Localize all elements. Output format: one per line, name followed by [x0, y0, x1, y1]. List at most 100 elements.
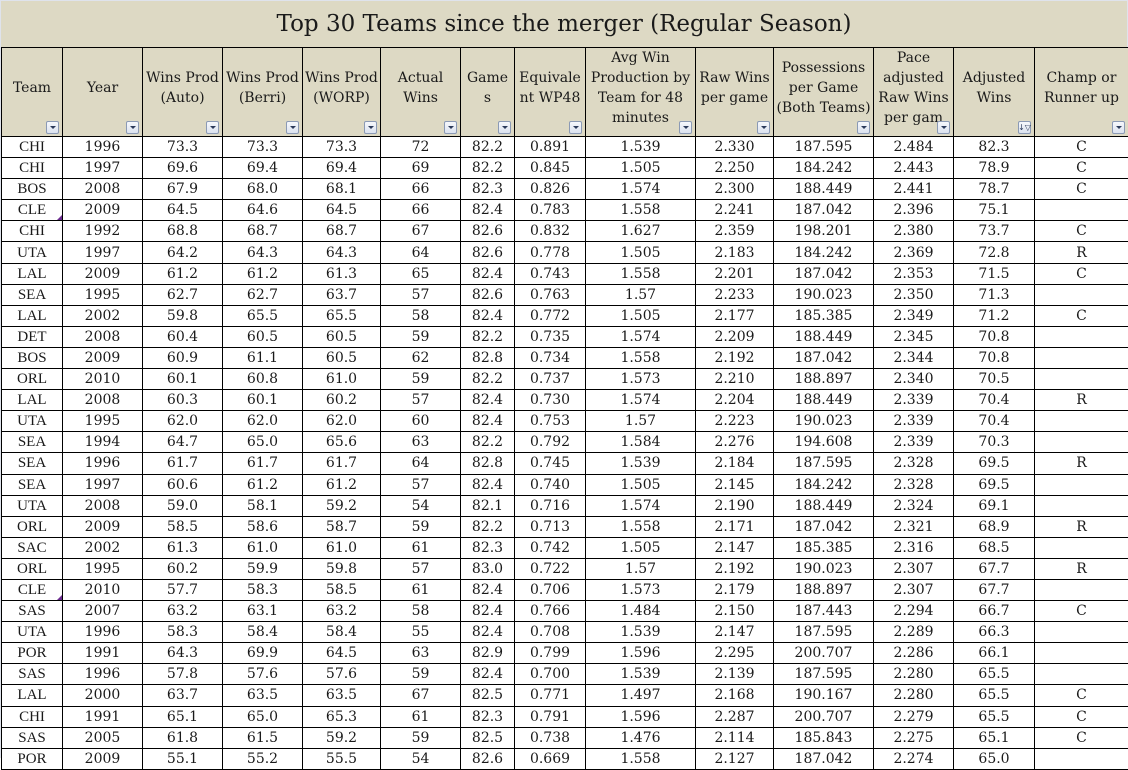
- cell-champ[interactable]: [1035, 347, 1128, 368]
- cell-wp_worp[interactable]: 59.2: [303, 495, 381, 516]
- cell-equiv_wp48[interactable]: 0.753: [515, 411, 586, 432]
- cell-year[interactable]: 2009: [63, 516, 143, 537]
- cell-year[interactable]: 1995: [63, 558, 143, 579]
- cell-wp_worp[interactable]: 61.2: [303, 474, 381, 495]
- cell-champ[interactable]: [1035, 474, 1128, 495]
- cell-year[interactable]: 1996: [63, 137, 143, 158]
- cell-team[interactable]: BOS: [2, 179, 63, 200]
- cell-wp_auto[interactable]: 60.2: [143, 558, 223, 579]
- cell-possessions[interactable]: 184.242: [774, 242, 874, 263]
- cell-pace_adj[interactable]: 2.289: [874, 622, 954, 643]
- cell-adj_wins[interactable]: 66.7: [954, 601, 1035, 622]
- cell-possessions[interactable]: 187.042: [774, 200, 874, 221]
- cell-champ[interactable]: C: [1035, 305, 1128, 326]
- cell-wp_worp[interactable]: 65.3: [303, 706, 381, 727]
- cell-wp_worp[interactable]: 63.7: [303, 284, 381, 305]
- cell-actual_wins[interactable]: 59: [381, 369, 461, 390]
- cell-games[interactable]: 82.6: [461, 748, 515, 769]
- cell-avg_win_prod[interactable]: 1.57: [586, 411, 696, 432]
- cell-wp_auto[interactable]: 68.8: [143, 221, 223, 242]
- cell-pace_adj[interactable]: 2.307: [874, 579, 954, 600]
- cell-raw_wins[interactable]: 2.190: [696, 495, 774, 516]
- cell-wp_worp[interactable]: 58.4: [303, 622, 381, 643]
- cell-team[interactable]: DET: [2, 326, 63, 347]
- cell-wp_auto[interactable]: 60.4: [143, 326, 223, 347]
- cell-team[interactable]: SEA: [2, 474, 63, 495]
- cell-avg_win_prod[interactable]: 1.484: [586, 601, 696, 622]
- cell-wp_berri[interactable]: 65.0: [223, 706, 303, 727]
- cell-year[interactable]: 1997: [63, 474, 143, 495]
- cell-raw_wins[interactable]: 2.287: [696, 706, 774, 727]
- cell-adj_wins[interactable]: 78.7: [954, 179, 1035, 200]
- cell-games[interactable]: 82.4: [461, 579, 515, 600]
- cell-adj_wins[interactable]: 71.5: [954, 263, 1035, 284]
- cell-raw_wins[interactable]: 2.330: [696, 137, 774, 158]
- cell-games[interactable]: 82.4: [461, 664, 515, 685]
- cell-team[interactable]: LAL: [2, 263, 63, 284]
- cell-games[interactable]: 82.4: [461, 601, 515, 622]
- cell-adj_wins[interactable]: 68.5: [954, 537, 1035, 558]
- cell-possessions[interactable]: 198.201: [774, 221, 874, 242]
- cell-wp_berri[interactable]: 61.0: [223, 537, 303, 558]
- cell-actual_wins[interactable]: 59: [381, 664, 461, 685]
- cell-wp_auto[interactable]: 69.6: [143, 158, 223, 179]
- cell-possessions[interactable]: 184.242: [774, 474, 874, 495]
- cell-equiv_wp48[interactable]: 0.792: [515, 432, 586, 453]
- cell-equiv_wp48[interactable]: 0.745: [515, 453, 586, 474]
- cell-wp_auto[interactable]: 64.7: [143, 432, 223, 453]
- cell-wp_auto[interactable]: 61.3: [143, 537, 223, 558]
- cell-pace_adj[interactable]: 2.344: [874, 347, 954, 368]
- cell-adj_wins[interactable]: 66.3: [954, 622, 1035, 643]
- cell-team[interactable]: LAL: [2, 390, 63, 411]
- cell-actual_wins[interactable]: 64: [381, 242, 461, 263]
- cell-avg_win_prod[interactable]: 1.558: [586, 263, 696, 284]
- cell-team[interactable]: POR: [2, 643, 63, 664]
- cell-possessions[interactable]: 190.023: [774, 284, 874, 305]
- cell-team[interactable]: CHI: [2, 706, 63, 727]
- cell-adj_wins[interactable]: 70.3: [954, 432, 1035, 453]
- cell-year[interactable]: 2002: [63, 537, 143, 558]
- cell-equiv_wp48[interactable]: 0.706: [515, 579, 586, 600]
- cell-actual_wins[interactable]: 58: [381, 601, 461, 622]
- cell-adj_wins[interactable]: 69.5: [954, 474, 1035, 495]
- cell-champ[interactable]: R: [1035, 242, 1128, 263]
- cell-pace_adj[interactable]: 2.349: [874, 305, 954, 326]
- cell-actual_wins[interactable]: 67: [381, 685, 461, 706]
- cell-games[interactable]: 82.3: [461, 706, 515, 727]
- cell-champ[interactable]: R: [1035, 516, 1128, 537]
- cell-raw_wins[interactable]: 2.168: [696, 685, 774, 706]
- cell-pace_adj[interactable]: 2.294: [874, 601, 954, 622]
- cell-equiv_wp48[interactable]: 0.826: [515, 179, 586, 200]
- cell-team[interactable]: SAC: [2, 537, 63, 558]
- cell-avg_win_prod[interactable]: 1.539: [586, 622, 696, 643]
- cell-adj_wins[interactable]: 70.8: [954, 326, 1035, 347]
- cell-year[interactable]: 1994: [63, 432, 143, 453]
- cell-adj_wins[interactable]: 82.3: [954, 137, 1035, 158]
- cell-champ[interactable]: [1035, 622, 1128, 643]
- cell-actual_wins[interactable]: 59: [381, 727, 461, 748]
- cell-pace_adj[interactable]: 2.280: [874, 685, 954, 706]
- cell-avg_win_prod[interactable]: 1.558: [586, 200, 696, 221]
- cell-pace_adj[interactable]: 2.339: [874, 411, 954, 432]
- cell-actual_wins[interactable]: 61: [381, 537, 461, 558]
- cell-wp_auto[interactable]: 60.6: [143, 474, 223, 495]
- cell-possessions[interactable]: 187.042: [774, 748, 874, 769]
- cell-possessions[interactable]: 188.897: [774, 369, 874, 390]
- cell-avg_win_prod[interactable]: 1.558: [586, 748, 696, 769]
- column-header-avg_win_prod[interactable]: Avg Win Production by Team for 48 minute…: [586, 48, 696, 137]
- cell-adj_wins[interactable]: 70.8: [954, 347, 1035, 368]
- cell-wp_worp[interactable]: 57.6: [303, 664, 381, 685]
- cell-avg_win_prod[interactable]: 1.539: [586, 664, 696, 685]
- cell-wp_berri[interactable]: 69.9: [223, 643, 303, 664]
- cell-raw_wins[interactable]: 2.241: [696, 200, 774, 221]
- filter-dropdown-button[interactable]: [206, 121, 219, 134]
- cell-equiv_wp48[interactable]: 0.783: [515, 200, 586, 221]
- cell-possessions[interactable]: 188.897: [774, 579, 874, 600]
- column-header-actual_wins[interactable]: Actual Wins: [381, 48, 461, 137]
- cell-equiv_wp48[interactable]: 0.700: [515, 664, 586, 685]
- cell-possessions[interactable]: 200.707: [774, 643, 874, 664]
- cell-raw_wins[interactable]: 2.147: [696, 537, 774, 558]
- cell-team[interactable]: UTA: [2, 242, 63, 263]
- cell-champ[interactable]: [1035, 664, 1128, 685]
- cell-pace_adj[interactable]: 2.316: [874, 537, 954, 558]
